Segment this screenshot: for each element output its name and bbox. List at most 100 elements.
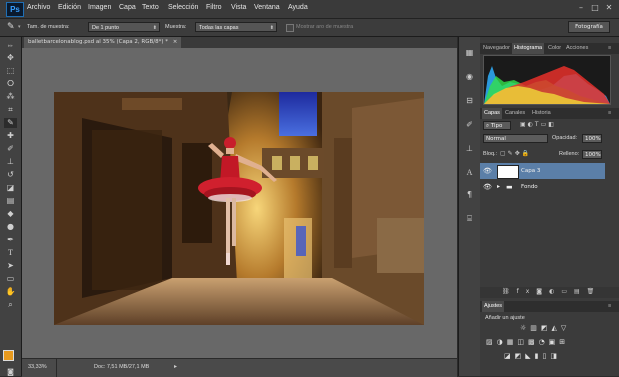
visibility-eye-icon[interactable]: 👁 — [483, 163, 492, 179]
menu-filtro[interactable]: Filtro — [206, 4, 222, 11]
adjustment-icons-row-3[interactable]: ◪◩◣▮▯◨ — [504, 352, 561, 360]
menu-edicion[interactable]: Edición — [58, 4, 81, 11]
dodge-tool-icon[interactable]: ● — [4, 222, 17, 232]
fill-input[interactable]: 100% — [582, 150, 602, 159]
maximize-button[interactable]: □ — [589, 3, 601, 13]
histogram-graph — [484, 66, 610, 104]
menu-ayuda[interactable]: Ayuda — [288, 4, 308, 11]
history-panel-icon[interactable]: ▦ — [464, 47, 475, 58]
histogram-display — [483, 55, 611, 105]
layer-row-capa-3[interactable]: 👁 Capa 3 — [480, 163, 605, 179]
layer-actions-icons[interactable]: ⛓fx◙◐▭▤🗑 — [502, 288, 601, 295]
sample-value: Todas las capas — [199, 25, 239, 31]
menu-seleccion[interactable]: Selección — [168, 4, 198, 11]
eraser-tool-icon[interactable]: ◪ — [4, 183, 17, 193]
type-tool-icon[interactable]: T — [4, 248, 17, 258]
document-canvas[interactable] — [22, 48, 457, 358]
layer-filter-select[interactable]: ⌕ Tipo — [483, 121, 511, 130]
tab-canales[interactable]: Canales — [505, 110, 525, 116]
move-tool-icon[interactable]: ✥ — [4, 53, 17, 63]
marquee-tool-icon[interactable]: ⬚ — [4, 66, 17, 76]
tab-acciones[interactable]: Acciones — [566, 45, 588, 51]
status-menu-arrow-icon[interactable]: ▸ — [174, 363, 177, 370]
visibility-eye-icon[interactable]: 👁 — [483, 179, 492, 195]
chevron-down-icon: ⬍ — [269, 25, 274, 31]
pen-tool-icon[interactable]: ✒ — [4, 235, 17, 245]
options-bar: ✎ ▾ Tam. de muestra: De 1 punto ⬍ Muestra… — [0, 19, 619, 37]
menu-capa[interactable]: Capa — [119, 4, 136, 11]
menu-texto[interactable]: Texto — [142, 4, 159, 11]
eyedropper-tool-icon[interactable]: ✎ — [4, 118, 17, 128]
zoom-tool-icon[interactable]: ⌕ — [4, 300, 17, 310]
show-ring-checkbox[interactable] — [286, 24, 294, 32]
path-selection-tool-icon[interactable]: ➤ — [4, 261, 17, 271]
menu-archivo[interactable]: Archivo — [27, 4, 50, 11]
healing-brush-tool-icon[interactable]: ✚ — [4, 131, 17, 141]
panel-menu-icon[interactable]: ≡ — [608, 110, 611, 116]
menu-imagen[interactable]: Imagen — [88, 4, 111, 11]
hand-tool-icon[interactable]: ✋ — [4, 287, 17, 297]
tab-capas[interactable]: Capas — [482, 108, 502, 119]
adjustment-icons-row-1[interactable]: ☼▥◩◭▽ — [520, 324, 570, 332]
lasso-tool-icon[interactable]: ⵔ — [4, 79, 17, 89]
adjustment-icons-row-2[interactable]: ▨◑▦◫▩◔▣⊞ — [486, 338, 569, 346]
shape-tool-icon[interactable]: ▭ — [4, 274, 17, 284]
clone-source-icon[interactable]: ⊥ — [464, 143, 475, 154]
panel-menu-icon[interactable]: ≡ — [608, 303, 611, 309]
opacity-input[interactable]: 100% — [582, 134, 602, 143]
gradient-tool-icon[interactable]: ▤ — [4, 196, 17, 206]
layer-filter-value: Tipo — [490, 123, 503, 129]
sample-select[interactable]: Todas las capas ⬍ — [195, 22, 277, 32]
folder-icon: ▬ — [506, 183, 513, 191]
layer-thumbnail — [497, 165, 519, 179]
layer-comps-icon[interactable]: ⌸ — [464, 213, 475, 224]
document-title: balletbarcelonablog.psd al 35% (Capa 2, … — [28, 39, 169, 45]
panel-menu-icon[interactable]: ≡ — [608, 45, 611, 51]
quick-select-tool-icon[interactable]: ⁂ — [4, 92, 17, 102]
group-expand-icon[interactable]: ▸ — [497, 179, 500, 195]
character-panel-icon[interactable]: A — [464, 167, 475, 178]
lock-icons[interactable]: ▢✎✥🔒 — [500, 150, 531, 157]
zoom-level[interactable]: 33,33% — [28, 364, 47, 370]
blur-tool-icon[interactable]: ◆ — [4, 209, 17, 219]
layer-name: Fondo — [521, 184, 538, 190]
collapse-icon[interactable]: ▸▸ — [4, 41, 17, 51]
menu-vista[interactable]: Vista — [231, 4, 246, 11]
eyedropper-tool-icon[interactable]: ✎ — [7, 22, 15, 32]
history-brush-tool-icon[interactable]: ↺ — [4, 170, 17, 180]
brush-presets-icon[interactable]: ⊟ — [464, 95, 475, 106]
close-button[interactable]: ✕ — [603, 3, 615, 13]
clone-stamp-tool-icon[interactable]: ⊥ — [4, 157, 17, 167]
tool-preset-arrow-icon[interactable]: ▾ — [18, 24, 21, 30]
layers-panel-tabs: Capas Canales Historia ≡ — [480, 108, 619, 119]
sample-size-value: De 1 punto — [92, 25, 119, 31]
tab-histograma[interactable]: Histograma — [512, 43, 545, 54]
tab-historia[interactable]: Historia — [532, 110, 551, 116]
tab-ajustes[interactable]: Ajustes — [482, 301, 505, 312]
tab-navegador[interactable]: Navegador — [483, 45, 510, 51]
crop-tool-icon[interactable]: ⌗ — [4, 105, 17, 115]
photoshop-logo-icon: Ps — [6, 2, 24, 17]
tools-panel: ▸▸ ✥ ⬚ ⵔ ⁂ ⌗ ✎ ✚ ✐ ⊥ ↺ ◪ ▤ ◆ ● ✒ T ➤ ▭ ✋… — [0, 37, 22, 376]
foreground-color-swatch[interactable] — [3, 350, 14, 361]
menu-ventana[interactable]: Ventana — [254, 4, 280, 11]
brush-panel-icon[interactable]: ✐ — [464, 119, 475, 130]
workspace-button[interactable]: Fotografía — [568, 21, 610, 33]
layer-filter-icons[interactable]: ▣◐T▭◧ — [520, 121, 556, 128]
canvas-area[interactable] — [22, 48, 457, 358]
adjustments-panel-tabs: Ajustes ≡ — [480, 301, 619, 312]
close-tab-icon[interactable]: × — [173, 39, 178, 45]
blend-mode-select[interactable]: Normal — [483, 134, 548, 143]
layer-name: Capa 3 — [521, 168, 541, 174]
paragraph-panel-icon[interactable]: ¶ — [464, 189, 475, 200]
layer-row-fondo[interactable]: 👁 ▸ ▬ Fondo — [480, 179, 605, 195]
fill-label: Relleno: — [559, 151, 580, 157]
status-bar: 33,33% Doc: 7,51 MB/27,1 MB ▸ — [22, 358, 457, 377]
minimize-button[interactable]: – — [575, 3, 587, 13]
properties-panel-icon[interactable]: ◉ — [464, 71, 475, 82]
document-tab[interactable]: balletbarcelonablog.psd al 35% (Capa 2, … — [24, 37, 182, 48]
tab-color[interactable]: Color — [548, 45, 561, 51]
sample-size-select[interactable]: De 1 punto ⬍ — [88, 22, 160, 32]
brush-tool-icon[interactable]: ✐ — [4, 144, 17, 154]
menu-bar: Ps Archivo Edición Imagen Capa Texto Sel… — [0, 0, 619, 19]
